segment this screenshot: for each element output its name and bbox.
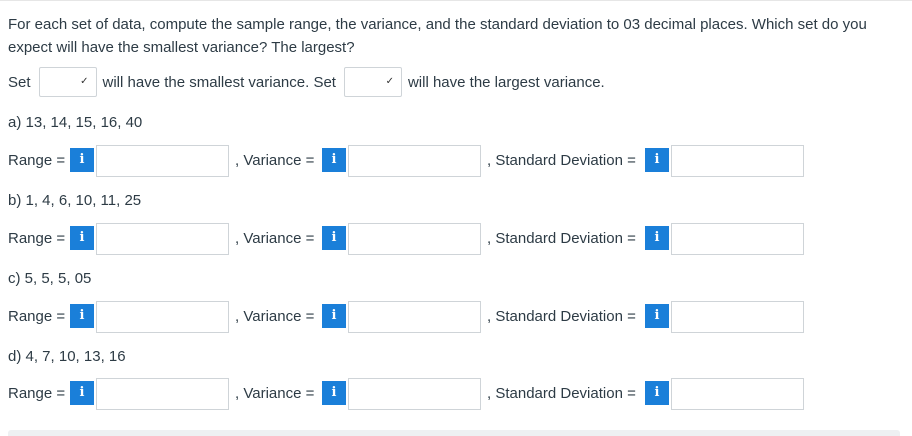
largest-variance-select[interactable]: ✓: [343, 67, 402, 97]
set-suffix-label: will have the largest variance.: [407, 73, 605, 91]
set-b-variance-input[interactable]: [348, 223, 481, 255]
variance-label: , Variance =: [235, 385, 315, 402]
set-b-row: Range = i , Variance = i , Standard Devi…: [8, 222, 908, 255]
range-label: Range =: [8, 385, 66, 402]
smallest-variance-select[interactable]: ✓: [38, 67, 97, 97]
set-d-std-input[interactable]: [671, 378, 804, 410]
info-icon[interactable]: i: [645, 381, 669, 405]
set-c-std-input[interactable]: [671, 301, 804, 333]
std-label: , Standard Deviation =: [487, 308, 636, 325]
set-b-std-input[interactable]: [671, 223, 804, 255]
set-d-label: d) 4, 7, 10, 13, 16: [8, 348, 126, 365]
set-d-variance-input[interactable]: [348, 378, 481, 410]
info-icon[interactable]: i: [645, 148, 669, 172]
set-c-row: Range = i , Variance = i , Standard Devi…: [8, 300, 908, 333]
set-a-row: Range = i , Variance = i , Standard Devi…: [8, 144, 908, 177]
set-a-range-input[interactable]: [96, 145, 229, 177]
top-divider: [0, 0, 912, 1]
set-d-row: Range = i , Variance = i , Standard Devi…: [8, 377, 908, 410]
info-icon[interactable]: i: [70, 148, 94, 172]
variance-label: , Variance =: [235, 152, 315, 169]
std-label: , Standard Deviation =: [487, 230, 636, 247]
info-icon[interactable]: i: [322, 148, 346, 172]
set-a-std-input[interactable]: [671, 145, 804, 177]
set-d-range-input[interactable]: [96, 378, 229, 410]
info-icon[interactable]: i: [322, 381, 346, 405]
range-label: Range =: [8, 308, 66, 325]
set-c-variance-input[interactable]: [348, 301, 481, 333]
set-a-variance-input[interactable]: [348, 145, 481, 177]
info-icon[interactable]: i: [70, 304, 94, 328]
bottom-panel-edge: [8, 430, 900, 436]
info-icon[interactable]: i: [70, 381, 94, 405]
std-label: , Standard Deviation =: [487, 385, 636, 402]
std-label: , Standard Deviation =: [487, 152, 636, 169]
info-icon[interactable]: i: [645, 304, 669, 328]
info-icon[interactable]: i: [645, 226, 669, 250]
set-b-range-input[interactable]: [96, 223, 229, 255]
info-icon[interactable]: i: [70, 226, 94, 250]
variance-label: , Variance =: [235, 308, 315, 325]
chevron-down-icon: ✓: [385, 76, 394, 87]
info-icon[interactable]: i: [322, 304, 346, 328]
set-selection-row: Set ✓ will have the smallest variance. S…: [8, 67, 605, 97]
question-text: For each set of data, compute the sample…: [8, 16, 867, 56]
set-middle-label: will have the smallest variance. Set: [102, 73, 336, 91]
set-c-range-input[interactable]: [96, 301, 229, 333]
set-b-label: b) 1, 4, 6, 10, 11, 25: [8, 192, 142, 209]
chevron-down-icon: ✓: [80, 76, 89, 87]
range-label: Range =: [8, 152, 66, 169]
set-prefix-label: Set: [8, 73, 31, 91]
set-c-label: c) 5, 5, 5, 05: [8, 270, 92, 287]
set-a-label: a) 13, 14, 15, 16, 40: [8, 114, 143, 131]
range-label: Range =: [8, 230, 66, 247]
info-icon[interactable]: i: [322, 226, 346, 250]
variance-label: , Variance =: [235, 230, 315, 247]
